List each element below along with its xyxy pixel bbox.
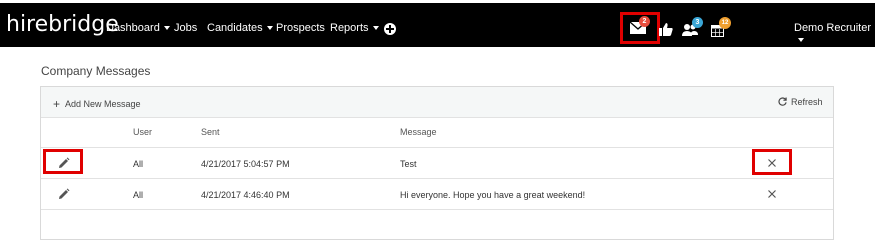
nav-dashboard-label: Dashboard	[106, 22, 160, 34]
messages-panel: + Add New Message Refresh User Sent Messa…	[40, 86, 834, 240]
row-sent: 4/21/2017 5:04:57 PM	[201, 159, 290, 169]
row-user: All	[133, 159, 144, 169]
nav-jobs-label: Jobs	[174, 22, 198, 34]
messages-highlight-box	[620, 12, 660, 44]
brand-logo[interactable]: hirebridge	[6, 12, 119, 37]
chevron-down-icon	[372, 26, 379, 31]
row-user: All	[133, 190, 144, 200]
delete-highlight-box	[752, 149, 792, 175]
table-row: All 4/21/2017 5:04:57 PM Test	[41, 148, 833, 179]
chevron-down-icon	[798, 38, 804, 43]
plus-icon: +	[53, 97, 61, 111]
add-message-label: Add New Message	[65, 99, 141, 109]
top-navbar: hirebridge Dashboard Jobs Candidates Pro…	[0, 0, 875, 47]
page-title: Company Messages	[41, 64, 151, 78]
nav-jobs[interactable]: Jobs	[174, 22, 197, 34]
thumbs-up-icon	[659, 23, 673, 36]
chevron-down-icon	[266, 26, 273, 31]
nav-dashboard[interactable]: Dashboard	[106, 22, 170, 34]
calendar-button[interactable]: 12	[711, 17, 731, 37]
close-icon[interactable]	[767, 189, 777, 199]
row-message: Test	[400, 159, 417, 169]
add-message-button[interactable]: + Add New Message	[53, 97, 141, 111]
nav-prospects-label: Prospects	[276, 22, 325, 34]
calendar-count-badge: 12	[719, 17, 731, 29]
panel-header: + Add New Message Refresh	[41, 87, 833, 118]
nav-candidates[interactable]: Candidates	[207, 22, 273, 34]
nav-candidates-label: Candidates	[207, 22, 263, 34]
refresh-label: Refresh	[791, 97, 823, 107]
column-header-user: User	[133, 127, 153, 137]
table-row: All 4/21/2017 4:46:40 PM Hi everyone. Ho…	[41, 179, 833, 210]
user-menu[interactable]: Demo Recruiter	[794, 22, 875, 46]
column-header-sent: Sent	[201, 127, 220, 137]
table-header	[41, 118, 833, 148]
edit-highlight-box	[43, 149, 83, 174]
pencil-icon[interactable]	[58, 188, 70, 200]
user-menu-label: Demo Recruiter	[794, 22, 872, 34]
chevron-down-icon	[163, 26, 170, 31]
refresh-button[interactable]: Refresh	[778, 97, 823, 107]
users-count-badge: 3	[692, 17, 703, 28]
thumbs-up-button[interactable]	[659, 23, 673, 37]
plus-circle-icon[interactable]	[384, 23, 396, 35]
row-message: Hi everyone. Hope you have a great weeke…	[400, 190, 586, 200]
column-header-message: Message	[400, 127, 437, 137]
nav-reports[interactable]: Reports	[330, 22, 379, 34]
users-button[interactable]: 3	[682, 17, 703, 37]
nav-prospects[interactable]: Prospects	[276, 22, 325, 34]
refresh-icon	[778, 97, 787, 106]
row-sent: 4/21/2017 4:46:40 PM	[201, 190, 290, 200]
nav-reports-label: Reports	[330, 22, 369, 34]
